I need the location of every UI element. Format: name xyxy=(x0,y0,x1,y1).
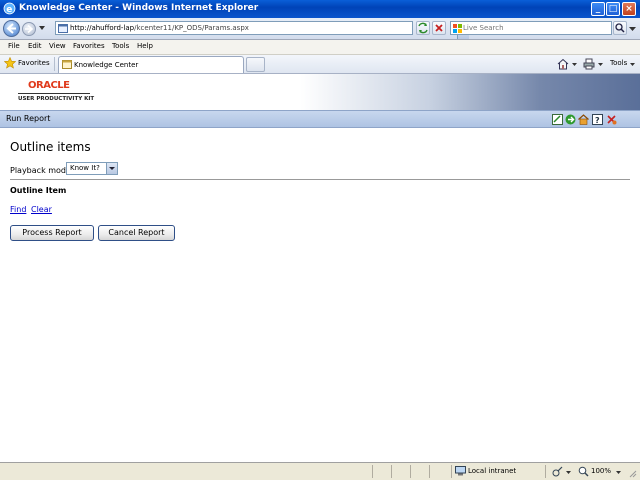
status-divider xyxy=(372,465,373,478)
printer-icon xyxy=(583,58,595,70)
navigation-bar: http://ahufford-lap/kcenter11/KP_ODS/Par… xyxy=(0,18,640,40)
zoom-dropdown-icon[interactable] xyxy=(616,470,621,475)
zoom-level[interactable]: 100% xyxy=(591,467,611,475)
playback-mode-value: Know It? xyxy=(70,164,100,172)
status-divider xyxy=(391,465,392,478)
playback-mode-select[interactable]: Know It? xyxy=(66,162,118,175)
run-report-title: Run Report xyxy=(6,114,51,123)
favorites-bar: Favorites Knowledge Center Tools xyxy=(0,55,640,74)
new-tab-button[interactable] xyxy=(246,57,265,72)
maximize-icon: □ xyxy=(608,4,618,14)
svg-text:?: ? xyxy=(595,116,600,125)
go-forward-icon[interactable] xyxy=(565,114,576,125)
menu-tools[interactable]: Tools xyxy=(112,42,129,50)
home-icon[interactable] xyxy=(578,114,589,125)
clear-link[interactable]: Clear xyxy=(31,205,52,214)
maximize-button[interactable]: □ xyxy=(606,2,620,16)
minimize-icon: _ xyxy=(595,4,601,14)
print-dropdown-icon[interactable] xyxy=(598,62,603,67)
edit-icon[interactable] xyxy=(552,114,563,125)
forward-button[interactable] xyxy=(22,22,36,36)
magnifier-icon xyxy=(615,23,625,33)
minimize-button[interactable]: _ xyxy=(591,2,605,16)
tools-command-button[interactable]: Tools xyxy=(610,58,638,70)
status-divider xyxy=(451,465,452,478)
menu-edit[interactable]: Edit xyxy=(28,42,42,50)
dropdown-icon[interactable] xyxy=(566,470,571,475)
zoom-icon[interactable] xyxy=(578,466,589,477)
exit-icon[interactable] xyxy=(606,114,617,125)
header-banner: ORACLE USER PRODUCTIVITY KIT xyxy=(0,74,640,110)
home-icon xyxy=(557,58,569,70)
toolbar-separator xyxy=(54,57,55,71)
print-button[interactable] xyxy=(583,58,597,70)
security-zone-label: Local intranet xyxy=(468,467,517,475)
oracle-upk-logo: ORACLE USER PRODUCTIVITY KIT xyxy=(18,80,94,106)
page-icon xyxy=(58,24,68,33)
refresh-icon xyxy=(418,22,428,34)
search-options-dropdown-icon[interactable] xyxy=(629,25,636,32)
search-box xyxy=(450,21,612,35)
outline-item-label: Outline Item xyxy=(10,186,67,195)
cancel-report-button[interactable]: Cancel Report xyxy=(98,225,175,241)
protected-mode-icon[interactable] xyxy=(552,466,563,477)
help-icon[interactable]: ? xyxy=(592,114,603,125)
stop-button[interactable] xyxy=(432,21,446,35)
recent-pages-dropdown-icon[interactable] xyxy=(38,24,46,32)
close-icon: × xyxy=(625,4,633,14)
search-button[interactable] xyxy=(613,21,627,35)
oracle-wordmark: ORACLE xyxy=(28,80,70,91)
back-arrow-icon xyxy=(6,23,16,34)
stop-icon xyxy=(435,24,443,32)
address-bar[interactable]: http://ahufford-lap/kcenter11/KP_ODS/Par… xyxy=(55,21,469,39)
close-button[interactable]: × xyxy=(622,2,636,16)
section-divider xyxy=(10,179,630,180)
window-title: Knowledge Center - Windows Internet Expl… xyxy=(19,3,259,13)
address-url: http://ahufford-lap/kcenter11/KP_ODS/Par… xyxy=(70,24,249,32)
page-content: ORACLE USER PRODUCTIVITY KIT Run Report … xyxy=(0,74,640,462)
ie-logo-icon: e xyxy=(3,2,16,15)
find-link[interactable]: Find xyxy=(10,205,26,214)
logo-divider xyxy=(18,93,90,94)
home-dropdown-icon[interactable] xyxy=(572,62,577,67)
menu-view[interactable]: View xyxy=(49,42,66,50)
status-bar: Local intranet 100% xyxy=(0,462,640,480)
star-icon xyxy=(4,57,16,69)
live-search-icon xyxy=(453,24,462,33)
local-intranet-icon xyxy=(455,466,466,476)
refresh-button[interactable] xyxy=(416,21,430,35)
menu-favorites[interactable]: Favorites xyxy=(73,42,105,50)
title-bar: e Knowledge Center - Windows Internet Ex… xyxy=(0,0,640,18)
playback-mode-dropdown-button[interactable] xyxy=(106,163,117,174)
product-name: USER PRODUCTIVITY KIT xyxy=(18,96,95,102)
run-report-bar: Run Report ? xyxy=(0,110,640,128)
tools-dropdown-icon xyxy=(630,63,635,66)
status-divider xyxy=(545,465,546,478)
page-title: Outline items xyxy=(10,140,91,154)
status-divider xyxy=(429,465,430,478)
chevron-down-icon xyxy=(109,167,115,170)
playback-mode-label: Playback mode xyxy=(10,166,71,175)
svg-text:e: e xyxy=(6,5,12,15)
tab-knowledge-center[interactable]: Knowledge Center xyxy=(58,56,244,73)
menu-bar: File Edit View Favorites Tools Help xyxy=(0,40,640,55)
forward-arrow-icon xyxy=(25,24,34,34)
back-button[interactable] xyxy=(3,20,20,37)
process-report-button[interactable]: Process Report xyxy=(10,225,94,241)
search-input[interactable] xyxy=(463,22,603,34)
resize-grip-icon[interactable] xyxy=(628,469,637,478)
menu-file[interactable]: File xyxy=(8,42,20,50)
menu-help[interactable]: Help xyxy=(137,42,153,50)
page-icon xyxy=(62,60,72,69)
status-divider xyxy=(410,465,411,478)
